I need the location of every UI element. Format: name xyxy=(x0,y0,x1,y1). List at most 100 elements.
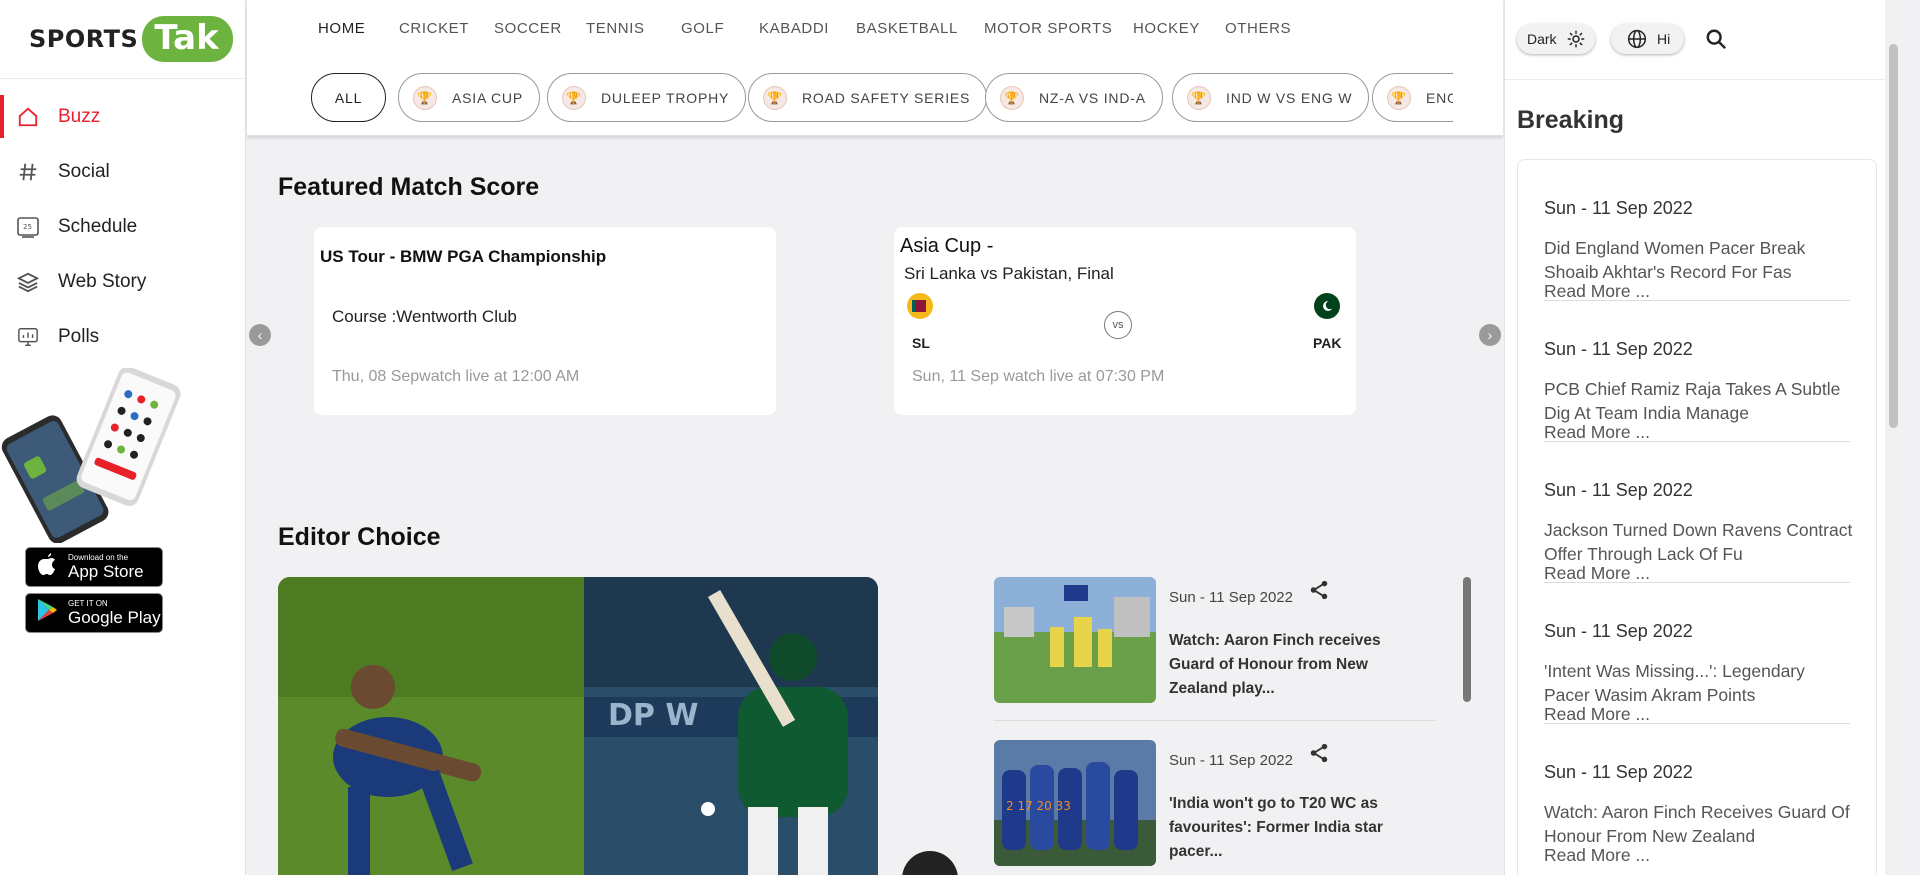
sidebar-item-schedule[interactable]: 25 Schedule xyxy=(0,199,245,254)
svg-text:DP W: DP W xyxy=(608,698,698,733)
sidebar-item-buzz[interactable]: Buzz xyxy=(0,89,245,144)
match-time: Sun, 11 Sep watch live at 07:30 PM xyxy=(912,368,1165,385)
sidebar-item-social[interactable]: Social xyxy=(0,144,245,199)
chip-asia-cup[interactable]: 🏆 ASIA CUP xyxy=(398,73,540,122)
story-divider xyxy=(994,720,1436,721)
vs-badge: vs xyxy=(1104,311,1132,339)
scrollbar-thumb[interactable] xyxy=(1889,44,1898,428)
match-time: Thu, 08 Sepwatch live at 12:00 AM xyxy=(332,368,580,385)
chip-road-safety-series[interactable]: 🏆 ROAD SAFETY SERIES xyxy=(748,73,988,122)
breaking-headline: 'Intent Was Missing...': Legendary Pacer… xyxy=(1544,661,1805,705)
breaking-headline: PCB Chief Ramiz Raja Takes A Subtle Dig … xyxy=(1544,379,1841,423)
read-more-link[interactable]: Read More ... xyxy=(1544,281,1650,302)
read-more-link[interactable]: Read More ... xyxy=(1544,704,1650,725)
sidebar-item-web-story[interactable]: Web Story xyxy=(0,254,245,309)
breaking-item[interactable]: Sun - 11 Sep 2022 'Intent Was Missing...… xyxy=(1544,583,1850,724)
chip-label: ENG xyxy=(1426,89,1453,106)
main-content: Featured Match Score ‹ › US Tour - BMW P… xyxy=(247,137,1503,875)
breaking-date: Sun - 11 Sep 2022 xyxy=(1544,762,1693,782)
brightness-icon xyxy=(1567,30,1585,48)
chip-label: IND W VS ENG W xyxy=(1226,89,1353,106)
tab-golf[interactable]: GOLF xyxy=(681,20,724,37)
tab-soccer[interactable]: SOCCER xyxy=(494,20,562,37)
chip-ind-w-vs-eng-w[interactable]: 🏆 IND W VS ENG W xyxy=(1172,73,1370,122)
svg-text:25: 25 xyxy=(23,223,32,231)
calendar-icon: 25 xyxy=(14,213,42,241)
story-list-scrollbar[interactable] xyxy=(1463,577,1471,702)
page-scrollbar[interactable] xyxy=(1885,0,1902,875)
trophy-icon: 🏆 xyxy=(763,85,787,110)
google-play-icon xyxy=(34,598,60,629)
breaking-date: Sun - 11 Sep 2022 xyxy=(1544,198,1693,218)
carousel-prev-button[interactable]: ‹ xyxy=(249,324,271,346)
carousel-next-button[interactable]: › xyxy=(1479,324,1501,346)
chip-all[interactable]: ALL xyxy=(311,73,386,122)
chip-label: NZ-A VS IND-A xyxy=(1039,89,1146,106)
breaking-item[interactable]: Sun - 11 Sep 2022 PCB Chief Ramiz Raja T… xyxy=(1544,301,1850,442)
chip-duleep-trophy[interactable]: 🏆 DULEEP TROPHY xyxy=(547,73,747,122)
chip-label: ASIA CUP xyxy=(452,89,523,106)
app-store-button[interactable]: Download on the App Store xyxy=(25,547,163,587)
match-series: US Tour - BMW PGA Championship xyxy=(320,247,607,266)
google-play-button[interactable]: GET IT ON Google Play xyxy=(25,593,163,633)
match-teams: Sri Lanka vs Pakistan, Final xyxy=(904,264,1114,283)
trophy-icon: 🏆 xyxy=(562,85,586,110)
tab-cricket[interactable]: CRICKET xyxy=(399,20,469,37)
dark-mode-toggle[interactable]: Dark xyxy=(1517,24,1595,54)
match-card-asia-cup[interactable]: Asia Cup - Sri Lanka vs Pakistan, Final … xyxy=(894,227,1356,415)
language-selector[interactable]: Hi xyxy=(1611,24,1685,54)
editor-featured-image[interactable]: DP W xyxy=(278,577,878,875)
logo-badge: Tak xyxy=(142,16,233,62)
dark-mode-label: Dark xyxy=(1527,31,1557,47)
tab-home[interactable]: HOME xyxy=(318,20,365,37)
logo[interactable]: SPORTS Tak xyxy=(0,0,245,79)
read-more-link[interactable]: Read More ... xyxy=(1544,845,1650,866)
google-play-small: GET IT ON xyxy=(68,599,108,608)
chip-eng[interactable]: 🏆 ENG xyxy=(1372,73,1453,122)
trophy-icon: 🏆 xyxy=(1387,85,1411,110)
read-more-link[interactable]: Read More ... xyxy=(1544,422,1650,443)
logo-text: SPORTS xyxy=(29,25,139,53)
breaking-date: Sun - 11 Sep 2022 xyxy=(1544,621,1693,641)
breaking-date: Sun - 11 Sep 2022 xyxy=(1544,339,1693,359)
story-thumbnail[interactable] xyxy=(994,577,1156,703)
story-thumbnail[interactable]: 2 17 20 33 xyxy=(994,740,1156,866)
search-button[interactable] xyxy=(1705,28,1727,55)
read-more-link[interactable]: Read More ... xyxy=(1544,563,1650,584)
story-title: Watch: Aaron Finch receives Guard of Hon… xyxy=(1169,632,1381,697)
share-icon[interactable] xyxy=(1308,742,1332,766)
match-card-golf[interactable]: US Tour - BMW PGA Championship Course :W… xyxy=(314,227,776,415)
chevron-left-icon: ‹ xyxy=(257,327,263,343)
tab-others[interactable]: OTHERS xyxy=(1225,20,1291,37)
sidebar-item-polls[interactable]: Polls xyxy=(0,309,245,364)
featured-title: Featured Match Score xyxy=(278,173,540,201)
tab-hockey[interactable]: HOCKEY xyxy=(1133,20,1200,37)
chip-label: DULEEP TROPHY xyxy=(601,89,730,106)
team1-code: SL xyxy=(912,335,930,351)
match-series: Asia Cup - xyxy=(900,235,994,257)
filter-chips: ALL 🏆 ASIA CUP 🏆 DULEEP TROPHY 🏆 ROAD SA… xyxy=(247,73,1453,123)
story-title: 'India won't go to T20 WC as favourites'… xyxy=(1169,795,1383,860)
story-date: Sun - 11 Sep 2022 xyxy=(1169,589,1293,606)
tab-basketball[interactable]: BASKETBALL xyxy=(856,20,958,37)
breaking-headline: Did England Women Pacer Break Shoaib Akh… xyxy=(1544,238,1806,282)
breaking-news-list: Sun - 11 Sep 2022 Did England Women Pace… xyxy=(1517,159,1877,875)
breaking-item[interactable]: Sun - 11 Sep 2022 Jackson Turned Down Ra… xyxy=(1544,442,1852,584)
sidebar-item-label: Polls xyxy=(58,325,100,347)
tab-tennis[interactable]: TENNIS xyxy=(586,20,645,37)
app-store-text: Download on the App Store xyxy=(68,553,144,581)
google-play-big: Google Play xyxy=(68,608,161,627)
chip-label: ROAD SAFETY SERIES xyxy=(802,89,971,106)
breaking-date: Sun - 11 Sep 2022 xyxy=(1544,480,1693,500)
share-icon[interactable] xyxy=(1308,579,1332,603)
sidebar-item-label: Web Story xyxy=(58,270,147,292)
breaking-item[interactable]: Sun - 11 Sep 2022 Did England Women Pace… xyxy=(1544,160,1850,301)
poll-icon xyxy=(14,323,42,351)
breaking-item[interactable]: Sun - 11 Sep 2022 Watch: Aaron Finch Rec… xyxy=(1544,724,1850,865)
chip-label: ALL xyxy=(334,89,363,106)
tab-motor-sports[interactable]: MOTOR SPORTS xyxy=(984,20,1112,37)
floating-share-button[interactable] xyxy=(902,851,958,875)
chip-nz-a-vs-ind-a[interactable]: 🏆 NZ-A VS IND-A xyxy=(985,73,1163,122)
tab-kabaddi[interactable]: KABADDI xyxy=(759,20,829,37)
right-panel: Dark Hi Breaking Sun - 11 Sep 2022 Did E… xyxy=(1504,0,1902,875)
